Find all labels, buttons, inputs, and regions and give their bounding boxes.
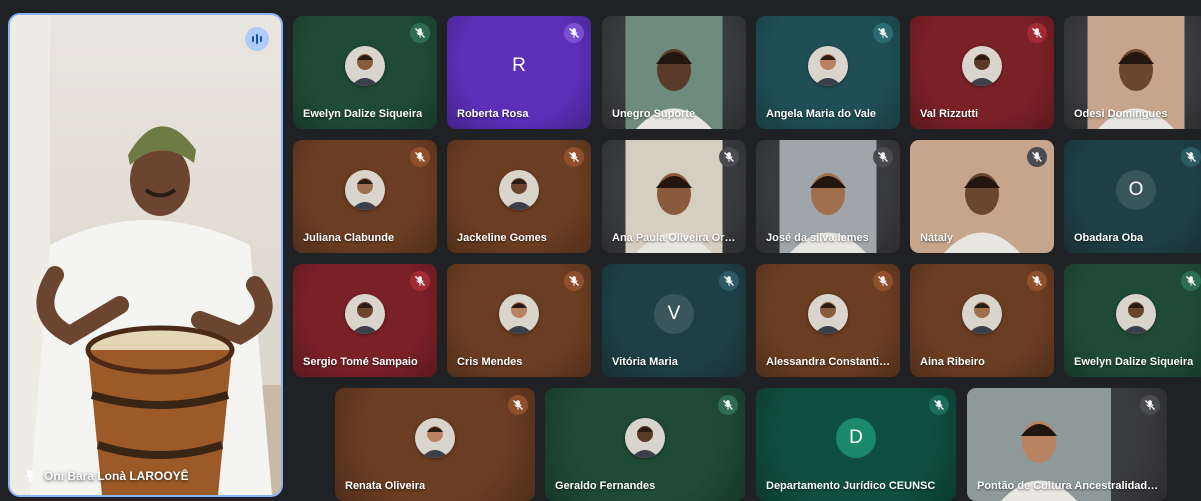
speaker-name-label: Oni Bara Lonà LAROOYÊ [24, 469, 189, 483]
participant-name: Geraldo Fernandes [555, 480, 656, 492]
participant-avatar [962, 293, 1002, 334]
participant-name: Sergio Tomé Sampaio [303, 356, 418, 368]
participant-tile[interactable]: Odesi Domingues [1064, 16, 1201, 129]
participant-tile[interactable]: V Vitória Maria [602, 264, 746, 377]
participant-name: Angela Maria do Vale [766, 108, 877, 120]
mic-off-icon [1027, 271, 1047, 291]
participant-name: Aina Ribeiro [920, 356, 985, 368]
participant-name: José da silva lemes [766, 232, 869, 244]
participant-avatar [345, 293, 385, 334]
participant-tile[interactable]: Jackeline Gomes [447, 140, 591, 253]
mic-off-icon [564, 23, 584, 43]
participant-name: Cris Mendes [457, 356, 523, 368]
participant-tile[interactable]: Pontão de Cultura Ancestralidade... [967, 388, 1167, 501]
participant-initial-avatar: R [512, 54, 526, 76]
mic-off-icon [564, 147, 584, 167]
participant-avatar [625, 417, 665, 458]
participant-name: Val Rizzutti [920, 108, 979, 120]
participant-name: Pontão de Cultura Ancestralidade... [977, 480, 1159, 492]
participant-name: Ana Paula Oliveira Orù... [612, 232, 738, 244]
participant-tile[interactable]: Val Rizzutti [910, 16, 1054, 129]
mic-off-icon [719, 271, 739, 291]
participant-tile[interactable]: Alessandra Constantino [756, 264, 900, 377]
mic-off-icon [929, 395, 949, 415]
mic-off-icon [718, 395, 738, 415]
mic-off-icon [873, 23, 893, 43]
participant-avatar [345, 169, 385, 210]
speaker-name: Oni Bara Lonà LAROOYÊ [44, 469, 189, 483]
participant-name: Obadara Oba [1074, 232, 1144, 244]
mic-off-icon [873, 147, 893, 167]
participant-avatar [962, 45, 1002, 86]
participant-avatar [808, 45, 848, 86]
participant-tile[interactable]: D Departamento Jurídico CEUNSC [756, 388, 956, 501]
mic-off-icon [410, 147, 430, 167]
participant-name: Renata Oliveira [345, 480, 426, 492]
participant-avatar [345, 45, 385, 86]
participant-name: Roberta Rosa [457, 108, 529, 120]
participant-tile[interactable]: Geraldo Fernandes [545, 388, 745, 501]
participant-avatar [499, 169, 539, 210]
participant-tile[interactable]: Ana Paula Oliveira Orù... [602, 140, 746, 253]
participant-name: Ewelyn Dalize Siqueira [303, 108, 423, 120]
participant-tile[interactable]: Nátaly [910, 140, 1054, 253]
mic-off-icon [564, 271, 584, 291]
mic-off-icon [1140, 395, 1160, 415]
participant-tile[interactable]: R Roberta Rosa [447, 16, 591, 129]
audio-levels-icon [245, 27, 269, 51]
participant-name: Alessandra Constantino [766, 356, 892, 368]
mic-off-icon [1181, 271, 1201, 291]
participant-name: Departamento Jurídico CEUNSC [766, 480, 936, 492]
participant-avatar [1116, 293, 1156, 334]
mic-off-icon [410, 23, 430, 43]
participant-tile[interactable]: Unegro Suporte [602, 16, 746, 129]
participant-tile[interactable]: José da silva lemes [756, 140, 900, 253]
mic-off-icon [1027, 23, 1047, 43]
mic-off-icon [1027, 147, 1047, 167]
mic-off-icon [410, 271, 430, 291]
participant-tile[interactable]: O Obadara Oba [1064, 140, 1201, 253]
speaker-video [10, 15, 281, 495]
participant-tile[interactable]: Aina Ribeiro [910, 264, 1054, 377]
participant-tile[interactable]: Ewelyn Dalize Siqueira [293, 16, 437, 129]
participant-tile[interactable]: Renata Oliveira [335, 388, 535, 501]
mic-off-icon [719, 147, 739, 167]
participant-initial-avatar: O [1116, 169, 1156, 210]
participant-avatar [499, 293, 539, 334]
participant-tile[interactable]: Cris Mendes [447, 264, 591, 377]
active-speaker-tile[interactable]: Oni Bara Lonà LAROOYÊ [8, 13, 283, 497]
mic-off-icon [1181, 147, 1201, 167]
participant-initial-avatar: V [654, 293, 694, 334]
participant-name: Odesi Domingues [1074, 108, 1168, 120]
participant-avatar [808, 293, 848, 334]
mic-off-icon [873, 271, 893, 291]
participant-tile[interactable]: Angela Maria do Vale [756, 16, 900, 129]
participant-name: Vitória Maria [612, 356, 678, 368]
participant-name: Nátaly [920, 232, 954, 244]
participant-name: Unegro Suporte [612, 108, 696, 120]
participant-avatar [415, 417, 455, 458]
pin-icon[interactable] [24, 469, 36, 483]
participant-tile[interactable]: Ewelyn Dalize Siqueira [1064, 264, 1201, 377]
participant-name: Juliana Clabunde [303, 232, 395, 244]
participant-initial-avatar: D [836, 417, 876, 458]
mic-off-icon [508, 395, 528, 415]
participant-name: Ewelyn Dalize Siqueira [1074, 356, 1194, 368]
participant-name: Jackeline Gomes [457, 232, 547, 244]
participant-tile[interactable]: Sergio Tomé Sampaio [293, 264, 437, 377]
participant-tile[interactable]: Juliana Clabunde [293, 140, 437, 253]
